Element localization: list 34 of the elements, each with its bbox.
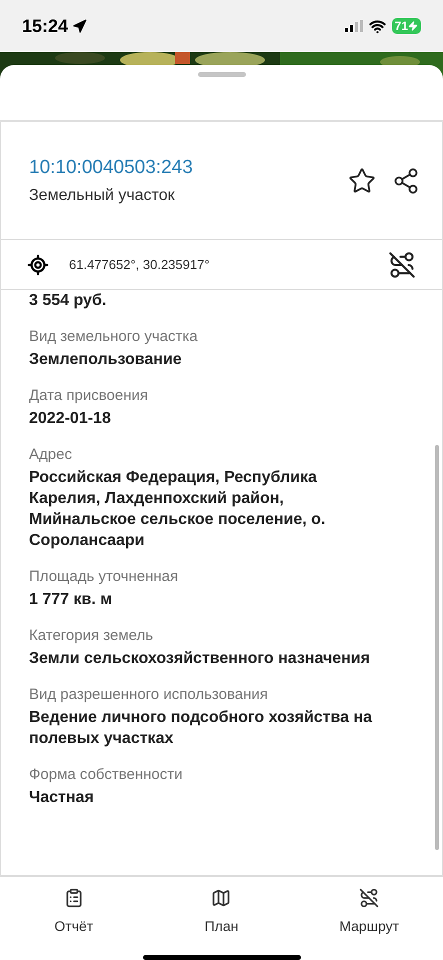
share-icon[interactable]: [392, 166, 420, 194]
tab-button[interactable]: Маршрут: [333, 887, 405, 945]
map-icon: [211, 888, 232, 908]
field-value: Ведение личного подсобного хозяйства на полевых участках: [29, 708, 374, 749]
coordinates-text: 61.477652°, 30.235917°: [69, 257, 211, 272]
wifi-icon: [368, 18, 386, 34]
field-value: 1 777 кв. м: [29, 590, 114, 610]
tab-button[interactable]: План: [198, 887, 244, 945]
object-type: Земельный участок: [29, 186, 176, 204]
field-label: Адрес: [29, 446, 73, 463]
route-icon[interactable]: [388, 250, 416, 278]
field-label: Вид земельного участка: [29, 328, 199, 345]
locate-icon: [27, 254, 49, 276]
battery-indicator: 71: [392, 18, 421, 34]
tab-button[interactable]: Отчёт: [48, 887, 100, 945]
field-value: Землепользование: [29, 350, 183, 370]
clipboard-icon: [64, 888, 84, 908]
star-icon[interactable]: [348, 166, 376, 194]
drag-handle[interactable]: [198, 72, 246, 77]
signal-icon: [344, 20, 363, 32]
field-value: 3 554 руб.: [29, 291, 108, 311]
field-value: 2022-01-18: [29, 409, 112, 429]
field-label: Категория земель: [29, 627, 154, 644]
field-label: Дата присвоения: [29, 387, 149, 404]
status-time: 15:24: [22, 16, 68, 36]
field-value: Земли сельскохозяйственного назначения: [29, 649, 371, 669]
field-value: Российская Федерация, Республика Карелия, Лахденпохский район, Мийнальское сельское поселение, о. Сороланcаари: [29, 468, 326, 551]
route-icon: [359, 888, 380, 908]
field-label: Площадь уточненная: [29, 568, 180, 585]
field-value: Частная: [29, 788, 95, 808]
field-label: Форма собственности: [29, 766, 184, 783]
location-arrow-icon: [72, 18, 88, 34]
field-label: Вид разрешенного использования: [29, 686, 269, 703]
cadastral-number: 10:10:0040503:243: [29, 156, 193, 178]
